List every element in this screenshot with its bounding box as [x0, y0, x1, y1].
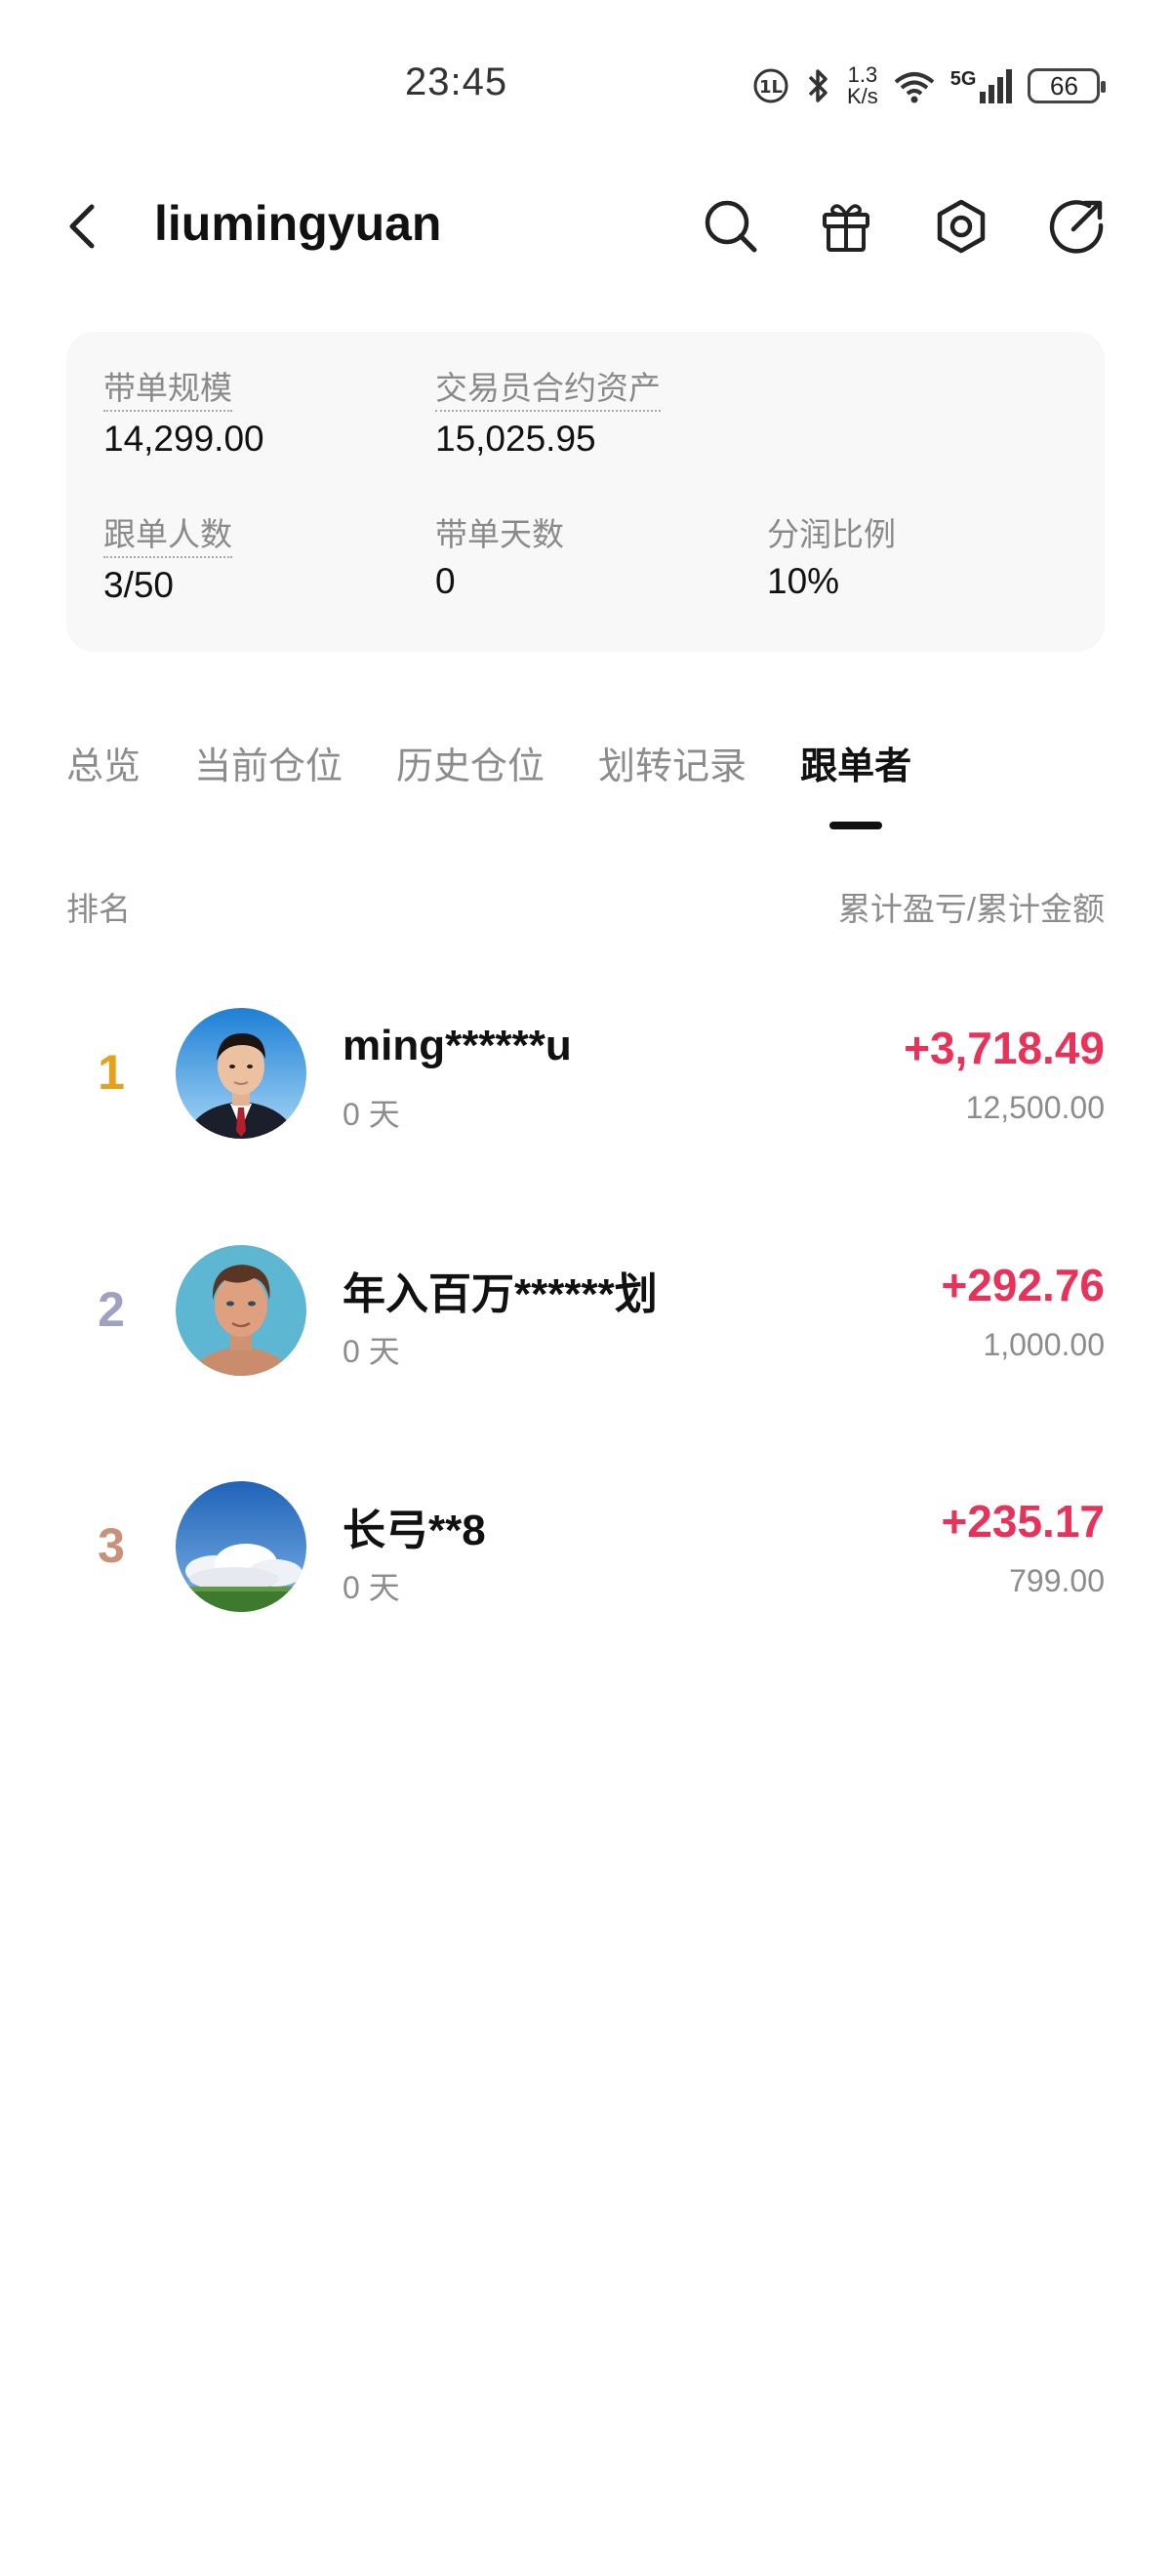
- avatar: [176, 1481, 306, 1612]
- follower-row[interactable]: 1 ming******u 0 天 +3,718.49 12,500.00: [66, 1000, 1105, 1147]
- trader-stats-card: 带单规模 14,299.00 交易员合约资产 15,025.95 跟单人数 3/…: [66, 332, 1105, 652]
- active-tab-indicator: [829, 822, 883, 829]
- follower-name: 年入百万******划: [343, 1270, 658, 1318]
- stat-copy-days: 带单天数 0: [435, 515, 564, 603]
- stat-profit-share: 分润比例 10%: [767, 515, 896, 603]
- status-time: 23:45: [405, 60, 508, 103]
- back-icon: [69, 204, 95, 249]
- cumulative-amount: 12,500.00: [965, 1090, 1105, 1125]
- stat-trader-assets: 交易员合约资产 15,025.95: [435, 369, 661, 461]
- cumulative-pnl: +292.76: [941, 1260, 1105, 1310]
- cellular-signal-icon: 5G: [950, 68, 1015, 103]
- settings-button[interactable]: [928, 193, 994, 260]
- value-column-header: 累计盈亏/累计金额: [837, 891, 1105, 927]
- stat-label[interactable]: 跟单人数: [103, 515, 232, 558]
- stat-label: 带单天数: [435, 516, 564, 552]
- share-icon: [1049, 200, 1104, 254]
- cumulative-pnl: +3,718.49: [904, 1023, 1105, 1073]
- cumulative-amount: 1,000.00: [983, 1327, 1105, 1362]
- follow-days: 0 天: [343, 1334, 400, 1369]
- tab-overview[interactable]: 总览: [66, 740, 141, 837]
- stat-copy-scale: 带单规模 14,299.00: [103, 369, 264, 461]
- battery-icon: 66: [1028, 68, 1107, 103]
- list-header: 排名 累计盈亏/累计金额: [66, 883, 1105, 932]
- tab-history-positions[interactable]: 历史仓位: [396, 740, 545, 837]
- back-button[interactable]: [57, 197, 107, 256]
- tab-followers[interactable]: 跟单者: [800, 740, 911, 837]
- follower-name: 长弓**8: [343, 1507, 486, 1554]
- search-button[interactable]: [698, 193, 764, 260]
- svg-text:1L: 1L: [759, 77, 783, 98]
- stat-label: 分润比例: [767, 516, 896, 552]
- tab-current-positions[interactable]: 当前仓位: [194, 740, 343, 837]
- cumulative-pnl: +235.17: [941, 1496, 1105, 1547]
- status-icons: 1L 1.3 K/s 5G 66: [751, 57, 1107, 115]
- stat-value: 15,025.95: [435, 419, 596, 459]
- stat-label[interactable]: 交易员合约资产: [435, 369, 661, 412]
- avatar: [176, 1245, 306, 1376]
- gift-button[interactable]: [813, 193, 879, 260]
- rank-number: 2: [98, 1282, 125, 1337]
- page-title: liumingyuan: [154, 196, 442, 251]
- rank-number: 1: [98, 1045, 125, 1100]
- wifi-icon: [892, 66, 937, 105]
- header: liumingyuan: [0, 176, 1171, 273]
- cumulative-amount: 799.00: [1009, 1563, 1105, 1598]
- settings-icon: [937, 199, 986, 254]
- stat-value: 3/50: [103, 565, 175, 605]
- follower-row[interactable]: 3 长弓**8 0 天 +235.17 799.00: [66, 1473, 1105, 1620]
- stat-follower-count: 跟单人数 3/50: [103, 515, 232, 607]
- tab-transfer-records[interactable]: 划转记录: [598, 740, 747, 837]
- tab-bar: 总览 当前仓位 历史仓位 划转记录 跟单者: [66, 740, 965, 837]
- share-button[interactable]: [1043, 193, 1110, 260]
- follow-days: 0 天: [343, 1570, 400, 1605]
- stat-value: 0: [435, 561, 456, 601]
- gift-icon: [823, 204, 869, 252]
- tab-followers-label: 跟单者: [800, 746, 912, 787]
- hd-call-icon: 1L: [751, 66, 790, 105]
- rank-column-header: 排名: [66, 891, 131, 927]
- search-icon: [705, 200, 757, 253]
- avatar: [176, 1008, 306, 1139]
- rank-number: 3: [98, 1518, 125, 1573]
- net-speed: 1.3 K/s: [847, 62, 878, 108]
- stat-label[interactable]: 带单规模: [103, 369, 232, 412]
- follower-name: ming******u: [343, 1022, 572, 1069]
- status-bar: 23:45 1L 1.3 K/s 5G 66: [0, 0, 1171, 146]
- stat-value: 10%: [767, 561, 840, 601]
- follower-row[interactable]: 2 年入百万******划 0 天 +292.76 1,000.00: [66, 1237, 1105, 1384]
- bluetooth-icon: [804, 66, 833, 105]
- stat-value: 14,299.00: [103, 419, 264, 459]
- follow-days: 0 天: [343, 1097, 400, 1132]
